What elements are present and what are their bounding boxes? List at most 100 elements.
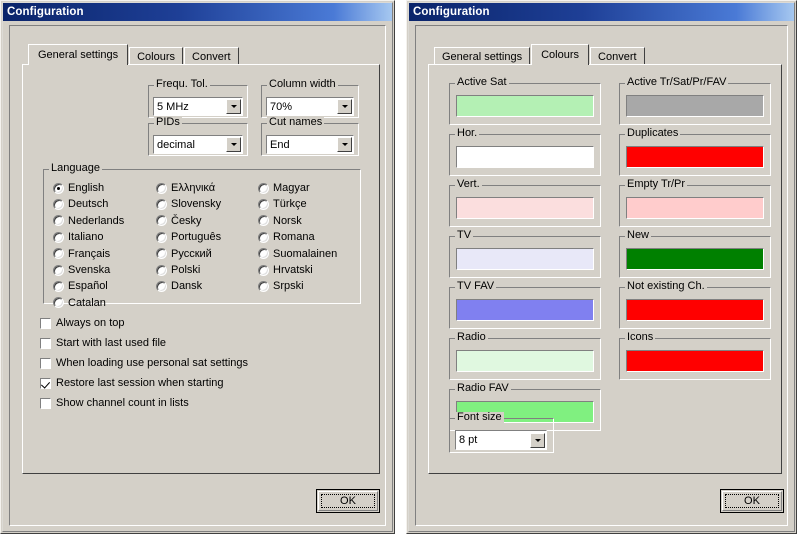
radio-indicator	[53, 280, 64, 292]
language-radio-romana[interactable]: Romana	[258, 231, 315, 243]
colour-group-label: New	[625, 229, 652, 241]
language-radio-svenska[interactable]: Svenska	[53, 264, 110, 276]
titlebar-colours[interactable]: Configuration	[409, 3, 794, 21]
language-radio-norsk[interactable]: Norsk	[258, 215, 302, 227]
colour-swatch-left-tv[interactable]	[456, 248, 594, 270]
option-checkbox-label: Always on top	[56, 317, 125, 329]
group-language: Language English Deutsch Nederlands Italian…	[43, 163, 361, 309]
chevron-down-icon[interactable]	[226, 137, 241, 152]
language-radio-nederlands[interactable]: Nederlands	[53, 215, 124, 227]
group-colour-right-duplicates: Duplicates	[619, 128, 771, 176]
radio-indicator	[258, 248, 269, 260]
tab-label: Convert	[192, 51, 231, 63]
option-checkbox-label: Start with last used file	[56, 337, 167, 349]
checkbox-indicator	[40, 397, 51, 409]
language-radio-magyar[interactable]: Magyar	[258, 182, 310, 194]
language-radio-suomalainen[interactable]: Suomalainen	[258, 248, 337, 260]
option-checkbox-show-channel-count-in-lists[interactable]: Show channel count in lists	[40, 397, 189, 409]
colour-swatch-right-duplicates[interactable]	[626, 146, 764, 168]
colour-group-label: Active Sat	[455, 76, 509, 88]
language-radio-label: Nederlands	[68, 214, 125, 227]
language-radio-fran-ais[interactable]: Français	[53, 248, 110, 260]
colour-swatch-right-not-existing-ch-[interactable]	[626, 299, 764, 321]
tab-colours[interactable]: Colours	[129, 47, 184, 65]
tab-convert[interactable]: Convert	[590, 47, 645, 65]
colour-swatch-left-hor-[interactable]	[456, 146, 594, 168]
language-radio-label: Suomalainen	[273, 247, 338, 260]
radio-indicator	[258, 264, 269, 276]
tab-label: Colours	[541, 49, 580, 61]
group-colour-right-new: New	[619, 230, 771, 278]
language-radio-srpski[interactable]: Srpski	[258, 280, 304, 292]
tab-general-settings[interactable]: General settings	[434, 47, 531, 65]
group-column-width: Column width 70%	[261, 79, 359, 118]
pids-dropdown[interactable]: decimal	[153, 135, 243, 154]
language-radio--[interactable]: Ελληνικά	[156, 182, 215, 194]
option-checkbox-always-on-top[interactable]: Always on top	[40, 317, 124, 329]
font-size-dropdown[interactable]: 8 pt	[455, 430, 547, 450]
language-radio--esky[interactable]: Česky	[156, 215, 202, 227]
radio-indicator	[53, 264, 64, 276]
language-radio-italiano[interactable]: Italiano	[53, 231, 103, 243]
colour-swatch-right-icons[interactable]	[626, 350, 764, 372]
language-radio-label: Svenska	[68, 264, 111, 276]
language-radio-label: Русский	[171, 247, 212, 260]
language-radio-catalan[interactable]: Catalan	[53, 297, 106, 309]
group-colour-left-tv-fav: TV FAV	[449, 281, 601, 329]
colour-swatch-left-vert-[interactable]	[456, 197, 594, 219]
chevron-down-icon[interactable]	[337, 137, 352, 152]
titlebar-general[interactable]: Configuration	[3, 3, 392, 21]
radio-indicator	[53, 198, 64, 210]
tab-body-general: Frequ. Tol. 5 MHz Column width 70% PIDs	[22, 64, 380, 474]
chevron-down-icon[interactable]	[226, 99, 241, 114]
colour-group-label: TV FAV	[455, 280, 497, 292]
language-radio-espa-ol[interactable]: Español	[53, 280, 108, 292]
colour-swatch-right-empty-tr-pr[interactable]	[626, 197, 764, 219]
frequ-tol-dropdown[interactable]: 5 MHz	[153, 97, 243, 116]
group-font-size: Font size 8 pt	[449, 412, 554, 453]
colour-swatch-left-tv-fav[interactable]	[456, 299, 594, 321]
ok-button-colours[interactable]: OK	[720, 489, 784, 513]
cut-names-dropdown[interactable]: End	[266, 135, 354, 154]
group-colour-right-icons: Icons	[619, 332, 771, 380]
language-radio-t-rk-e[interactable]: Türkçe	[258, 198, 307, 210]
group-colour-left-hor-: Hor.	[449, 128, 601, 176]
colour-swatch-left-active-sat[interactable]	[456, 95, 594, 117]
language-radio-hrvatski[interactable]: Hrvatski	[258, 264, 313, 276]
language-radio-slovensky[interactable]: Slovensky	[156, 198, 221, 210]
tab-strip-general: General settings Colours Convert	[28, 44, 240, 65]
colour-swatch-left-radio[interactable]	[456, 350, 594, 372]
tab-general-settings[interactable]: General settings	[28, 44, 129, 65]
language-radio-portugu-s[interactable]: Português	[156, 231, 221, 243]
language-radio-label: Hrvatski	[273, 264, 313, 276]
language-radio-deutsch[interactable]: Deutsch	[53, 198, 108, 210]
colour-swatch-right-new[interactable]	[626, 248, 764, 270]
language-radio--[interactable]: Русский	[156, 248, 212, 260]
language-radio-label: Catalan	[68, 296, 106, 309]
radio-indicator	[156, 231, 167, 243]
option-checkbox-start-with-last-used-file[interactable]: Start with last used file	[40, 337, 166, 349]
frequ-tol-value: 5 MHz	[157, 100, 189, 113]
language-radio-dansk[interactable]: Dansk	[156, 280, 202, 292]
column-width-dropdown[interactable]: 70%	[266, 97, 354, 116]
radio-indicator	[156, 198, 167, 210]
ok-button-general[interactable]: OK	[316, 489, 380, 513]
language-radio-label: Srpski	[273, 280, 304, 293]
language-radio-polski[interactable]: Polski	[156, 264, 200, 276]
chevron-down-icon[interactable]	[337, 99, 352, 114]
cut-names-value: End	[270, 138, 290, 151]
tab-colours[interactable]: Colours	[531, 44, 590, 65]
checkbox-indicator	[40, 337, 51, 349]
language-radio-english[interactable]: English	[53, 182, 104, 194]
tab-convert[interactable]: Convert	[184, 47, 239, 65]
radio-indicator	[156, 215, 167, 227]
chevron-down-icon[interactable]	[530, 432, 545, 448]
radio-indicator	[53, 297, 64, 309]
group-colour-right-not-existing-ch-: Not existing Ch.	[619, 281, 771, 329]
option-checkbox-restore-last-session-when-starting[interactable]: Restore last session when starting	[40, 377, 224, 389]
tab-label: Colours	[137, 51, 176, 63]
group-colour-right-active-tr-sat-pr-fav: Active Tr/Sat/Pr/FAV	[619, 77, 771, 125]
colour-swatch-right-active-tr-sat-pr-fav[interactable]	[626, 95, 764, 117]
radio-indicator	[53, 182, 64, 194]
option-checkbox-when-loading-use-personal-sat-settings[interactable]: When loading use personal sat settings	[40, 357, 248, 369]
